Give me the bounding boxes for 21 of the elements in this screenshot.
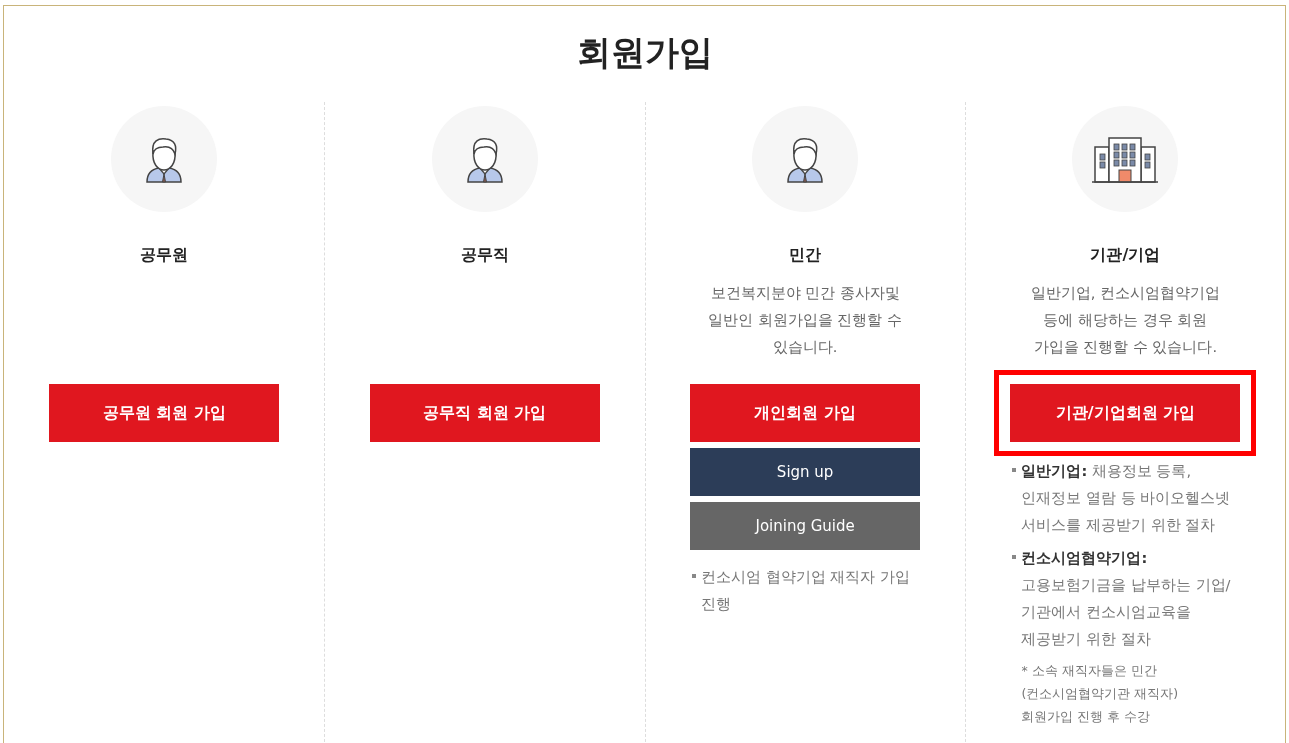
member-type-title: 공무원 [140,245,189,266]
signup-button[interactable]: 공무직 회원 가입 [369,384,600,442]
note-text: 컨소시엄 협약기업 재직자 가입 진행 [701,568,911,614]
signup-button[interactable]: 기관/기업회원 가입 [1010,384,1241,442]
footnote-text: * 소속 재직자들은 민간 (컨소시엄협약기관 재직자) 회원가입 진행 후 수강 [1021,662,1180,726]
signup-button[interactable]: Sign up [690,448,921,496]
member-type-title: 기관/기업 [1090,245,1161,266]
bullet-icon [1012,555,1017,559]
member-type-title: 공무직 [460,245,509,266]
description-text: 일반기업, 컨소시엄협약기업 등에 해당하는 경우 회원 가입을 진행할 수 있습니다. [1030,285,1220,355]
signup-button[interactable]: 공무원 회원 가입 [49,384,280,442]
page-title: 회원가입 [575,31,714,74]
note-text: 컨소시엄협약기업: 고용보험기금을 납부하는 기업/기관에서 컨소시엄교육을 제공받기 위한 절차 [1021,549,1232,649]
description-text: 보건복지분야 민간 종사자및 일반인 회원가입을 진행할 수 있습니다. [708,285,903,355]
member-type-title: 민간 [789,245,822,266]
note-text: 일반기업: 채용정보 등록, 인재정보 열람 등 바이오헬스넷 서비스를 제공받기 위한 절차 [1021,462,1232,535]
bullet-icon [1012,468,1017,472]
bullet-icon [692,574,697,578]
signup-button[interactable]: 개인회원 가입 [690,384,921,442]
signup-button[interactable]: Joining Guide [690,502,921,550]
building-icon [1092,134,1159,184]
